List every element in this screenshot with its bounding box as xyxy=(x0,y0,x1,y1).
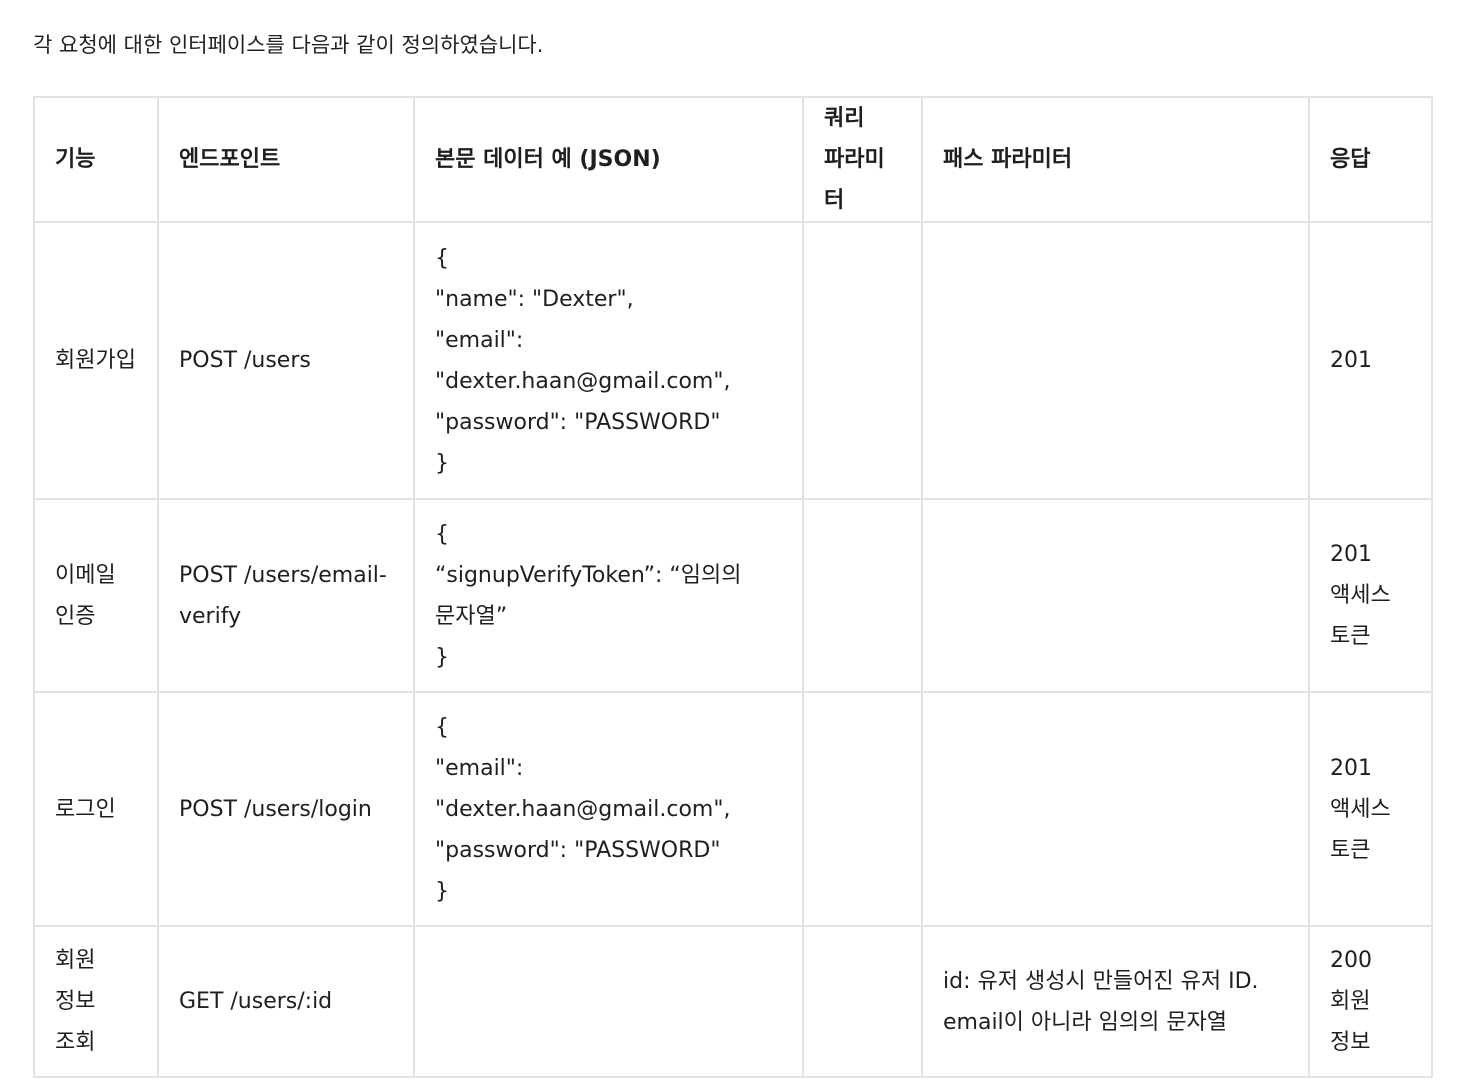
table-row: 회원가입 POST /users { "name": "Dexter", "em… xyxy=(33,221,1433,500)
table-header-row: 기능 엔드포인트 본문 데이터 예 (JSON) 쿼리 파라미터 패스 파라미터… xyxy=(33,96,1433,223)
cell-feature: 로그인 xyxy=(33,691,159,927)
cell-body: { "name": "Dexter", "email": "dexter.haa… xyxy=(413,221,804,500)
cell-body: { "email": "dexter.haan@gmail.com", "pas… xyxy=(413,691,804,927)
cell-path xyxy=(921,691,1310,927)
intro-text: 각 요청에 대한 인터페이스를 다음과 같이 정의하였습니다. xyxy=(33,33,544,57)
cell-feature: 회원 정보 조회 xyxy=(33,925,159,1078)
cell-endpoint: POST /users xyxy=(157,221,415,500)
cell-body xyxy=(413,925,804,1078)
header-feature: 기능 xyxy=(33,96,159,223)
cell-endpoint: POST /users/login xyxy=(157,691,415,927)
cell-response: 201 액세스 토큰 xyxy=(1308,691,1433,927)
cell-query xyxy=(802,925,923,1078)
header-query-params: 쿼리 파라미터 xyxy=(802,96,923,223)
cell-body: { “signupVerifyToken”: “임의의 문자열” } xyxy=(413,498,804,693)
api-interface-table: 기능 엔드포인트 본문 데이터 예 (JSON) 쿼리 파라미터 패스 파라미터… xyxy=(33,96,1433,1078)
table-row: 이메일 인증 POST /users/email-verify { “signu… xyxy=(33,498,1433,693)
document-page: 각 요청에 대한 인터페이스를 다음과 같이 정의하였습니다. 기능 엔드포인트… xyxy=(0,0,1475,1091)
cell-response: 201 액세스 토큰 xyxy=(1308,498,1433,693)
cell-feature: 이메일 인증 xyxy=(33,498,159,693)
header-path-params: 패스 파라미터 xyxy=(921,96,1310,223)
cell-query xyxy=(802,221,923,500)
table-row: 회원 정보 조회 GET /users/:id id: 유저 생성시 만들어진 … xyxy=(33,925,1433,1078)
table-row: 로그인 POST /users/login { "email": "dexter… xyxy=(33,691,1433,927)
cell-query xyxy=(802,691,923,927)
cell-feature: 회원가입 xyxy=(33,221,159,500)
cell-response: 201 xyxy=(1308,221,1433,500)
header-body-example: 본문 데이터 예 (JSON) xyxy=(413,96,804,223)
cell-endpoint: GET /users/:id xyxy=(157,925,415,1078)
cell-path xyxy=(921,498,1310,693)
cell-path xyxy=(921,221,1310,500)
cell-query xyxy=(802,498,923,693)
header-endpoint: 엔드포인트 xyxy=(157,96,415,223)
header-response: 응답 xyxy=(1308,96,1433,223)
cell-response: 200 회원 정보 xyxy=(1308,925,1433,1078)
cell-path: id: 유저 생성시 만들어진 유저 ID. email이 아니라 임의의 문자… xyxy=(921,925,1310,1078)
cell-endpoint: POST /users/email-verify xyxy=(157,498,415,693)
